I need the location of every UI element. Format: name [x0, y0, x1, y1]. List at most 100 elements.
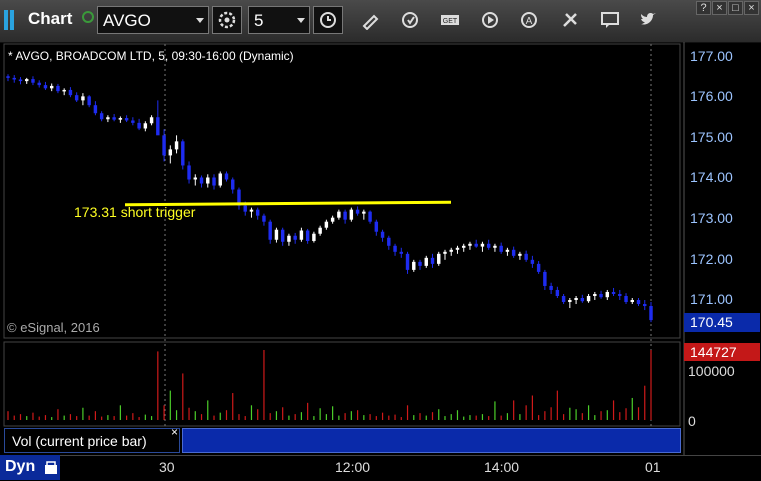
- twitter-icon[interactable]: [638, 10, 658, 30]
- candle-body: [162, 135, 166, 156]
- candle-body: [18, 79, 23, 82]
- candle-body: [49, 85, 54, 89]
- close-button[interactable]: ×: [744, 1, 759, 15]
- candle-body: [206, 177, 210, 184]
- candle-body: [643, 304, 647, 307]
- candle-body: [318, 227, 322, 234]
- candle-body: [181, 141, 185, 166]
- chart-toolbar: Chart AVGO 5 GET A ? × □ ×: [0, 0, 761, 43]
- y-tick: 175.00: [690, 129, 733, 145]
- candle-body: [87, 96, 91, 106]
- candle-body: [437, 253, 441, 264]
- candle-body: [56, 85, 60, 92]
- chevron-down-icon[interactable]: [297, 18, 305, 23]
- dyn-label: Dyn: [5, 458, 36, 475]
- symbol-value: AVGO: [103, 11, 151, 30]
- y-tick: 172.00: [690, 251, 733, 267]
- candle-body: [493, 245, 497, 248]
- candle-body: [387, 237, 391, 246]
- comment-icon[interactable]: [600, 10, 620, 30]
- play-icon[interactable]: [480, 10, 500, 30]
- vol-tick: 100000: [688, 363, 735, 379]
- price-chart[interactable]: [0, 42, 761, 455]
- candle-body: [280, 229, 285, 242]
- pencil-icon[interactable]: [360, 10, 380, 30]
- candle-body: [262, 215, 266, 222]
- candle-body: [636, 300, 641, 305]
- y-tick: 177.00: [690, 48, 733, 64]
- candle-body: [412, 261, 416, 270]
- candle-body: [543, 271, 547, 286]
- minimize-button[interactable]: ×: [712, 1, 727, 15]
- candle-body: [561, 295, 566, 303]
- candle-body: [224, 173, 229, 180]
- candle-body: [549, 285, 553, 290]
- interval-input[interactable]: 5: [248, 6, 310, 34]
- candle-body: [299, 230, 304, 240]
- link-icon[interactable]: [82, 11, 94, 23]
- volume-legend[interactable]: Vol (current price bar): [4, 428, 180, 453]
- trigger-annotation[interactable]: 173.31 short trigger: [74, 204, 195, 220]
- help-button[interactable]: ?: [696, 1, 711, 15]
- tools-icon[interactable]: [560, 10, 580, 30]
- candle-body: [112, 117, 116, 120]
- candle-body: [12, 77, 16, 80]
- candle-body: [149, 117, 154, 124]
- candle-body: [418, 261, 422, 266]
- dyn-button[interactable]: Dyn: [0, 455, 60, 480]
- candle-body: [449, 249, 453, 252]
- get-icon[interactable]: GET: [440, 10, 460, 30]
- candle-body: [218, 173, 222, 186]
- y-tick: 173.00: [690, 210, 733, 226]
- candle-body: [405, 253, 410, 270]
- candle-body: [624, 295, 628, 303]
- x-tick: 01: [645, 459, 661, 475]
- candle-body: [25, 79, 29, 82]
- candle-body: [618, 293, 622, 296]
- candle-body: [337, 211, 341, 218]
- volume-legend-label: Vol (current price bar): [12, 433, 147, 449]
- volume-pane: [3, 341, 681, 427]
- candle-body: [518, 253, 522, 256]
- close-icon[interactable]: ×: [171, 425, 178, 439]
- refresh-icon[interactable]: [400, 10, 420, 30]
- candle-body: [231, 179, 235, 190]
- volume-legend-bar: [182, 428, 681, 453]
- candle-body: [424, 257, 428, 266]
- candle-body: [43, 85, 48, 89]
- svg-text:GET: GET: [443, 18, 458, 25]
- grip-icon[interactable]: [4, 10, 20, 30]
- chart-header: * AVGO, BROADCOM LTD, 5, 09:30-16:00 (Dy…: [8, 49, 294, 63]
- candle-body: [324, 221, 329, 228]
- candle-body: [393, 245, 397, 252]
- candle-body: [499, 245, 503, 252]
- candle-body: [74, 95, 79, 101]
- last-price-badge: 170.45: [684, 313, 760, 332]
- candle-body: [536, 263, 541, 272]
- candle-body: [462, 245, 466, 248]
- candle-body: [249, 209, 254, 212]
- candle-body: [187, 165, 191, 180]
- x-tick: 30: [159, 459, 175, 475]
- candle-body: [174, 141, 179, 150]
- candle-body: [312, 233, 316, 241]
- chevron-down-icon[interactable]: [196, 18, 204, 23]
- vol-tick: 0: [688, 413, 696, 429]
- candle-body: [524, 253, 528, 260]
- candle-body: [362, 211, 366, 214]
- candle-body: [212, 177, 216, 186]
- candle-body: [31, 79, 35, 83]
- candle-body: [555, 289, 560, 296]
- lock-icon: [45, 461, 57, 474]
- symbol-input[interactable]: AVGO: [97, 6, 209, 34]
- candle-body: [156, 117, 160, 136]
- candle-body: [349, 209, 354, 220]
- candle-body: [368, 211, 372, 222]
- alert-icon[interactable]: A: [519, 10, 539, 30]
- candle-body: [574, 298, 578, 301]
- maximize-button[interactable]: □: [728, 1, 743, 15]
- candle-body: [268, 221, 272, 240]
- candle-body: [430, 257, 435, 264]
- settings-button[interactable]: [212, 6, 242, 34]
- clock-button[interactable]: [313, 6, 343, 34]
